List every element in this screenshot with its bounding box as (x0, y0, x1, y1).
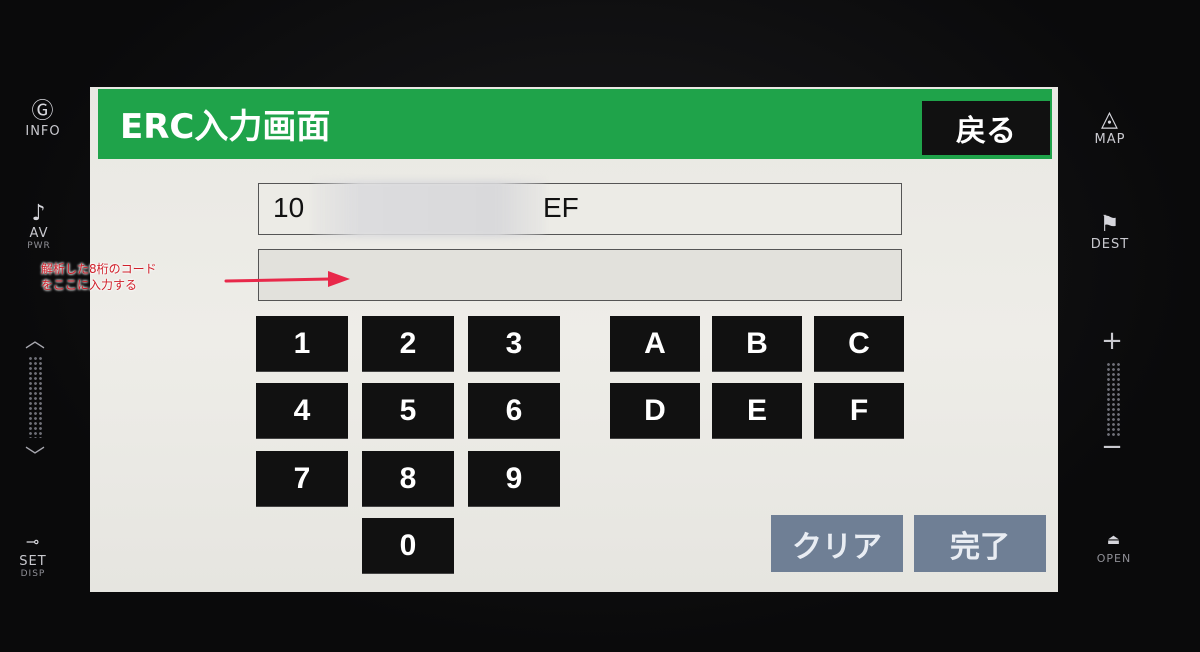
left-slider-dots[interactable] (28, 356, 42, 438)
compass-icon: ◬ (1101, 107, 1119, 132)
open-label: OPEN (1096, 552, 1132, 565)
disp-label: DISP (20, 569, 46, 579)
key-9[interactable]: 9 (468, 451, 560, 506)
flag-icon: ⚑ (1099, 212, 1121, 237)
key-3[interactable]: 3 (468, 316, 560, 371)
annotation-line-1: 解析した8桁のコード (41, 262, 157, 276)
key-5[interactable]: 5 (362, 383, 454, 438)
info-button[interactable]: Ⓖ INFO (13, 99, 73, 140)
annotation-line-2: をここに入力する (41, 278, 138, 292)
info-label: INFO (25, 124, 61, 139)
key-c[interactable]: C (814, 316, 904, 371)
open-button[interactable]: ⏏ OPEN (1084, 528, 1144, 565)
key-2[interactable]: 2 (362, 316, 454, 371)
set-label: SET (19, 554, 47, 569)
key-a[interactable]: A (610, 316, 700, 371)
volume-slider-dots[interactable] (1106, 362, 1120, 438)
chevron-up-icon[interactable]: ︿ (15, 324, 55, 353)
key-d[interactable]: D (610, 383, 700, 438)
code-prefix: 10 (273, 192, 305, 223)
map-button[interactable]: ◬ MAP (1080, 107, 1140, 148)
clear-button[interactable]: クリア (771, 515, 903, 572)
key-e[interactable]: E (712, 383, 802, 438)
erc-input-field[interactable] (258, 249, 902, 301)
key-f[interactable]: F (814, 383, 904, 438)
av-pwr-button[interactable]: ♪ AV PWR (9, 201, 69, 252)
key-4[interactable]: 4 (256, 383, 348, 438)
title-bar: ERC入力画面 戻る (98, 89, 1052, 159)
code-suffix: EF (543, 192, 579, 223)
eject-icon: ⏏ (1106, 532, 1122, 548)
key-8[interactable]: 8 (362, 451, 454, 506)
redacted-blur (313, 180, 545, 238)
volume-up-icon[interactable]: + (1092, 326, 1132, 356)
done-button[interactable]: 完了 (914, 515, 1046, 572)
code-display-field: 10 EF (258, 180, 902, 238)
key-7[interactable]: 7 (256, 451, 348, 506)
key-b[interactable]: B (712, 316, 802, 371)
dest-label: DEST (1090, 237, 1130, 252)
music-note-icon: ♪ (31, 201, 47, 226)
annotation-arrow-icon (224, 271, 350, 287)
back-button[interactable]: 戻る (922, 101, 1050, 155)
chevron-down-icon[interactable]: ﹀ (15, 440, 55, 469)
key-1[interactable]: 1 (256, 316, 348, 371)
key-0[interactable]: 0 (362, 518, 454, 573)
map-label: MAP (1094, 132, 1126, 147)
key-6[interactable]: 6 (468, 383, 560, 438)
annotation-text: 解析した8桁のコード をここに入力する (41, 261, 157, 293)
dest-button[interactable]: ⚑ DEST (1080, 212, 1140, 253)
erc-input-screen: ERC入力画面 戻る 10 EF 1 2 3 4 5 6 7 8 9 0 A B… (90, 87, 1058, 592)
set-disp-button[interactable]: ⊸ SET DISP (3, 530, 63, 579)
g-logo-icon: Ⓖ (31, 99, 55, 124)
pwr-label: PWR (27, 241, 51, 251)
volume-down-icon[interactable]: − (1092, 432, 1132, 462)
av-label: AV (29, 226, 49, 241)
wrench-icon: ⊸ (25, 532, 41, 551)
page-title: ERC入力画面 (120, 107, 331, 147)
